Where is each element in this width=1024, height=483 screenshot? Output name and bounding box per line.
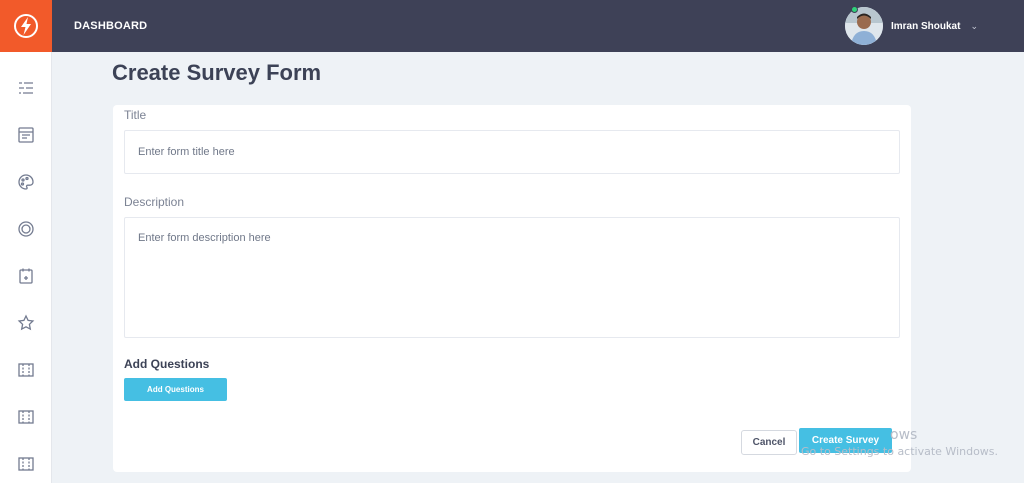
calendar-icon [19,268,33,284]
title-input[interactable] [124,130,900,174]
sidebar-item-layout-2[interactable] [0,393,52,440]
description-label: Description [124,195,185,209]
sidebar-item-list[interactable] [0,64,52,111]
cancel-button[interactable]: Cancel [741,430,797,455]
form-icon [18,126,34,143]
sidebar-item-palette[interactable] [0,158,52,205]
title-label: Title [124,108,147,122]
layout-icon [18,456,34,471]
sidebar-item-target[interactable] [0,205,52,252]
add-questions-button[interactable]: Add Questions [124,378,227,401]
dashboard-title[interactable]: DASHBOARD [74,20,147,32]
target-icon [18,220,34,237]
description-textarea[interactable] [124,217,900,338]
sidebar-item-calendar[interactable] [0,252,52,299]
sidebar-item-layout-3[interactable] [0,440,52,483]
survey-form-card: Title Description Add Questions Add Ques… [113,105,911,472]
avatar [844,7,883,45]
chevron-down-icon[interactable]: ⌄ [970,21,978,32]
watermark-title: ows [890,427,918,443]
layout-icon [18,409,34,424]
sidebar-item-layout-1[interactable] [0,346,52,393]
sidebar [0,0,52,483]
star-icon [17,313,35,330]
page-title: Create Survey Form [112,60,322,85]
topbar: DASHBOARD Imran Shoukat ⌄ [52,0,1024,52]
logo[interactable] [0,0,52,52]
sidebar-item-star[interactable] [0,299,52,346]
lightning-bolt-logo-icon [14,14,38,38]
watermark-text: Go to Settings to activate Windows. [801,445,999,458]
sidebar-item-form[interactable] [0,111,52,158]
add-questions-heading: Add Questions [124,357,210,371]
palette-icon [18,173,34,190]
user-menu[interactable]: Imran Shoukat ⌄ [844,7,978,45]
online-status-indicator [851,6,858,13]
user-name: Imran Shoukat [890,20,961,32]
list-icon [19,81,33,94]
user-photo-icon [844,7,883,45]
layout-icon [18,362,34,377]
